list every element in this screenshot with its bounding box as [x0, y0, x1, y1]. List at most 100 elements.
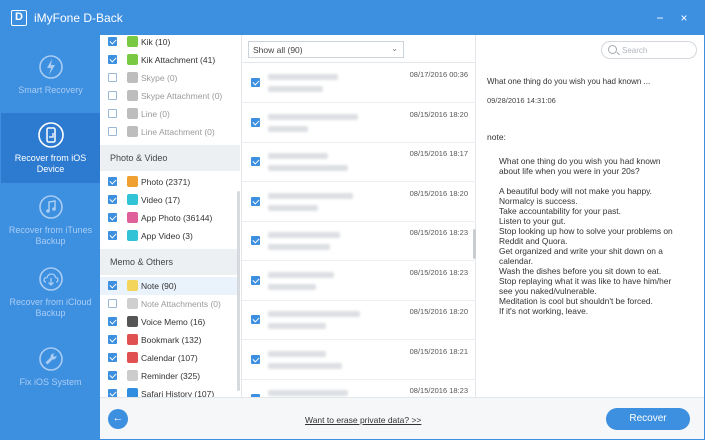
list-item[interactable]: 08/15/2016 18:20	[242, 301, 476, 340]
list-item[interactable]: 08/17/2016 00:36	[242, 64, 476, 103]
category-item[interactable]: App Photo (36144)	[100, 209, 240, 227]
blurred-preview	[268, 204, 318, 211]
category-checkbox[interactable]	[108, 299, 117, 308]
minimize-button[interactable]: −	[653, 11, 667, 25]
sidebar-item-fix-ios-system[interactable]: Fix iOS System	[1, 337, 100, 407]
category-checkbox[interactable]	[108, 55, 117, 64]
blurred-preview	[268, 283, 316, 290]
sidebar-item-recover-itunes-backup[interactable]: Recover from iTunes Backup	[1, 185, 100, 255]
category-label: Bookmark (132)	[141, 335, 202, 345]
bookmark-icon	[127, 334, 138, 345]
category-item[interactable]: Calendar (107)	[100, 349, 240, 367]
category-item[interactable]: Line Attachment (0)	[100, 123, 240, 141]
category-item[interactable]: Kik (10)	[100, 35, 240, 51]
search-icon	[608, 45, 617, 54]
note-body-line: Stop replaying what it was like to have …	[499, 276, 672, 286]
category-item[interactable]: Skype Attachment (0)	[100, 87, 240, 105]
category-checkbox[interactable]	[108, 73, 117, 82]
list-item[interactable]: 08/15/2016 18:21	[242, 341, 476, 380]
list-item[interactable]: 08/15/2016 18:20	[242, 104, 476, 143]
list-item-date: 08/15/2016 18:17	[409, 149, 468, 158]
line-icon	[127, 126, 138, 137]
category-checkbox[interactable]	[108, 317, 117, 326]
blurred-preview	[268, 232, 340, 238]
list-item-checkbox[interactable]	[251, 275, 260, 285]
category-label: App Video (3)	[141, 231, 193, 241]
category-checkbox[interactable]	[108, 177, 117, 186]
list-item[interactable]: 08/15/2016 18:23	[242, 262, 476, 301]
list-item-checkbox[interactable]	[251, 117, 260, 127]
category-checkbox[interactable]	[108, 281, 117, 290]
clapperboard-icon	[127, 230, 138, 241]
category-item[interactable]: Line (0)	[100, 105, 240, 123]
category-item[interactable]: Note Attachments (0)	[100, 295, 240, 313]
category-item[interactable]: Safari History (107)	[100, 385, 240, 397]
category-label: Note Attachments (0)	[141, 299, 221, 309]
list-item-checkbox[interactable]	[251, 315, 260, 324]
note-body-line: Listen to your gut.	[499, 216, 566, 226]
category-checkbox[interactable]	[108, 91, 117, 100]
category-scrollbar[interactable]	[237, 191, 240, 391]
note-body-line: about life when you were in your 20s?	[499, 166, 640, 176]
category-item[interactable]: Note (90)	[100, 277, 240, 295]
blurred-preview	[268, 311, 360, 317]
list-item-date: 08/15/2016 18:23	[409, 386, 468, 395]
note-label: note:	[487, 132, 506, 142]
sidebar-item-recover-ios-device[interactable]: Recover from iOS Device	[1, 113, 100, 183]
category-item[interactable]: Bookmark (132)	[100, 331, 240, 349]
list-item-date: 08/15/2016 18:23	[409, 228, 468, 237]
category-label: Line (0)	[141, 109, 170, 119]
list-item[interactable]: 08/15/2016 18:23	[242, 222, 476, 261]
category-checkbox[interactable]	[108, 127, 117, 136]
list-item-checkbox[interactable]	[251, 157, 260, 166]
blurred-preview	[268, 165, 348, 171]
blurred-preview	[268, 192, 353, 199]
list-item-checkbox[interactable]	[251, 196, 260, 206]
voice-memo-icon	[127, 316, 138, 327]
category-checkbox[interactable]	[108, 335, 117, 344]
list-scrollbar[interactable]	[473, 229, 476, 259]
category-item[interactable]: Reminder (325)	[100, 367, 240, 385]
category-label: Line Attachment (0)	[141, 127, 215, 137]
category-checkbox[interactable]	[108, 353, 117, 362]
search-input[interactable]: Search	[601, 41, 697, 59]
erase-private-data-link[interactable]: Want to erase private data? >>	[305, 415, 421, 425]
category-item[interactable]: App Video (3)	[100, 227, 240, 245]
close-button[interactable]: ×	[677, 11, 691, 25]
category-item[interactable]: Photo (2371)	[100, 173, 240, 191]
category-label: Reminder (325)	[141, 371, 201, 381]
list-item[interactable]: 08/15/2016 18:20	[242, 183, 476, 222]
note-title: What one thing do you wish you had known…	[487, 77, 651, 86]
list-item-checkbox[interactable]	[251, 78, 260, 87]
chevron-down-icon: ⌄	[391, 44, 398, 53]
note-body-line: Meditation is cool but shouldn't be forc…	[499, 296, 653, 306]
back-button[interactable]: ←	[108, 409, 128, 429]
note-body-line: see you naked/vulnerable.	[499, 286, 597, 296]
sidebar-item-recover-icloud-backup[interactable]: Recover from iCloud Backup	[1, 257, 100, 327]
category-item[interactable]: Kik Attachment (41)	[100, 51, 240, 69]
list-item-checkbox[interactable]	[251, 236, 260, 245]
list-item-checkbox[interactable]	[251, 354, 260, 364]
calendar-icon	[127, 352, 138, 363]
category-checkbox[interactable]	[108, 195, 117, 204]
sidebar-item-label: Recover from iTunes Backup	[8, 225, 93, 246]
note-body: What one thing do you wish you had known…	[499, 156, 699, 316]
sidebar-item-smart-recovery[interactable]: Smart Recovery	[1, 45, 100, 115]
category-checkbox[interactable]	[108, 109, 117, 118]
category-item[interactable]: Skype (0)	[100, 69, 240, 87]
list-item[interactable]: 08/15/2016 18:17	[242, 143, 476, 182]
kik-icon	[127, 36, 138, 47]
show-filter-select[interactable]: Show all (90) ⌄	[248, 41, 404, 58]
search-placeholder: Search	[622, 46, 648, 55]
category-checkbox[interactable]	[108, 371, 117, 380]
category-checkbox[interactable]	[108, 213, 117, 222]
category-label: Safari History (107)	[141, 389, 215, 397]
category-checkbox[interactable]	[108, 231, 117, 240]
category-item[interactable]: Video (17)	[100, 191, 240, 209]
recover-button[interactable]: Recover	[606, 408, 690, 430]
category-item[interactable]: Voice Memo (16)	[100, 313, 240, 331]
note-icon	[127, 298, 138, 309]
category-label: Skype (0)	[141, 73, 178, 83]
category-checkbox[interactable]	[108, 37, 117, 46]
category-checkbox[interactable]	[108, 389, 117, 397]
